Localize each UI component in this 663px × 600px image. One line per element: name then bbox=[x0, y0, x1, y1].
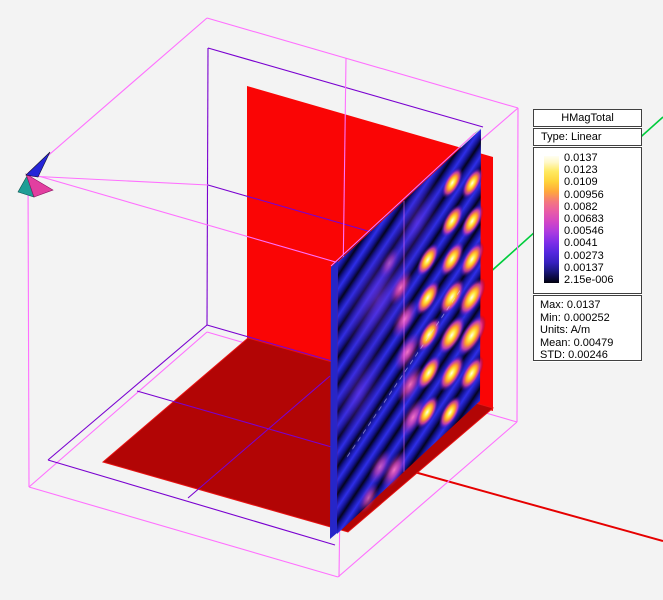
legend-scale-type: Type: Linear bbox=[533, 128, 642, 146]
scale-value: 0.0082 bbox=[564, 200, 598, 213]
stat-min: Min: 0.000252 bbox=[540, 311, 610, 324]
coordinate-triad bbox=[17, 151, 54, 198]
legend-color-scale: 0.0137 0.0123 0.0109 0.00956 0.0082 0.00… bbox=[533, 147, 642, 294]
scale-value: 0.00546 bbox=[564, 225, 604, 238]
3d-modeler-viewport[interactable]: HMagTotal Type: Linear 0.0137 0.0123 0.0… bbox=[0, 0, 663, 600]
scale-value: 0.00956 bbox=[564, 188, 604, 201]
scale-value: 0.00683 bbox=[564, 212, 604, 225]
legend-statistics: Max: 0.0137 Min: 0.000252 Units: A/m Mea… bbox=[533, 295, 642, 361]
legend-title: HMagTotal bbox=[533, 109, 642, 127]
stat-mean: Mean: 0.00479 bbox=[540, 336, 614, 349]
stat-max: Max: 0.0137 bbox=[540, 299, 601, 311]
stat-units: Units: A/m bbox=[540, 324, 591, 337]
scale-value: 0.0123 bbox=[564, 164, 598, 177]
scale-value: 0.00273 bbox=[564, 249, 604, 262]
x-axis-line bbox=[399, 467, 663, 542]
color-scale-bar bbox=[544, 156, 559, 283]
field-legend[interactable]: HMagTotal Type: Linear 0.0137 0.0123 0.0… bbox=[533, 109, 642, 362]
scale-value: 0.00137 bbox=[564, 261, 604, 274]
stat-std: STD: 0.00246 bbox=[540, 349, 608, 362]
triad-z-arrow-icon bbox=[25, 151, 51, 178]
scale-value: 0.0109 bbox=[564, 176, 598, 189]
color-scale-values: 0.0137 0.0123 0.0109 0.00956 0.0082 0.00… bbox=[564, 153, 614, 286]
scale-value: 0.0137 bbox=[564, 152, 598, 164]
scale-value: 2.15e-006 bbox=[564, 273, 614, 286]
scale-value: 0.0041 bbox=[564, 237, 598, 250]
